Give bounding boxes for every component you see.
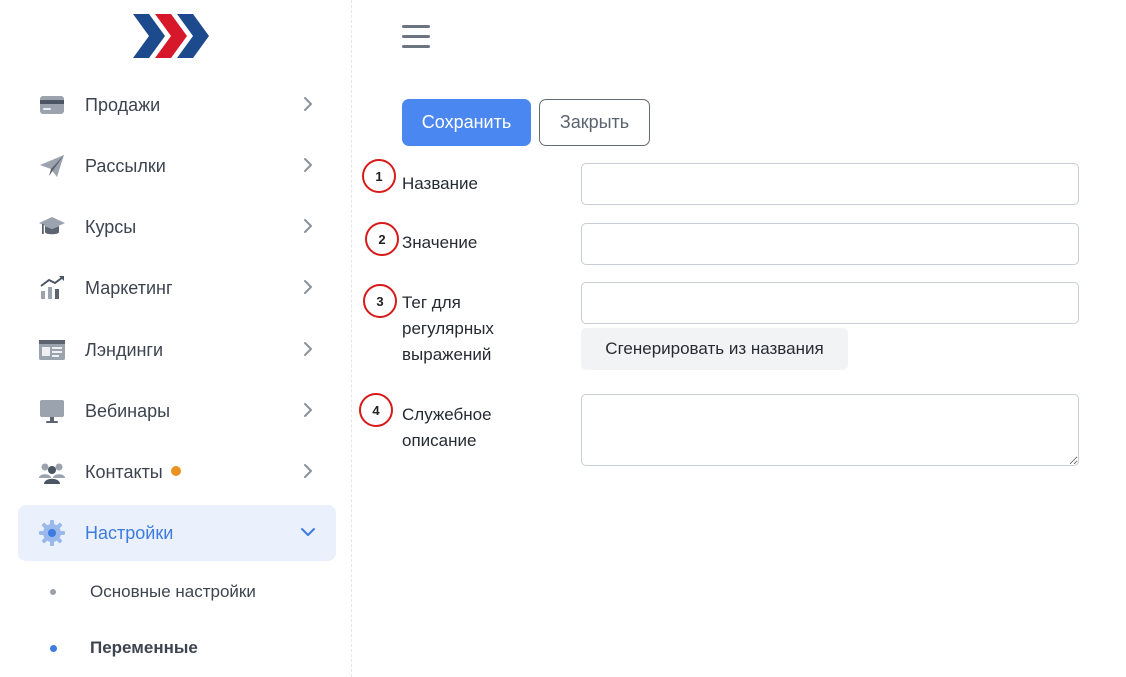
chevron-right-icon [304, 97, 312, 111]
annotation-marker-1: 1 [362, 159, 396, 193]
service-description-label-line: Служебное [402, 405, 492, 424]
chevron-right-icon [304, 403, 312, 417]
service-description-label: Служебное описание [402, 402, 492, 454]
value-label: Значение [402, 233, 478, 252]
landing-page-icon [39, 340, 65, 360]
regex-tag-label-line: выражений [402, 345, 492, 364]
annotation-marker-2: 2 [365, 222, 399, 256]
service-description-label-line: описание [402, 431, 477, 450]
app: Продажи Рассылки Курсы Маркетинг Лэндинг… [0, 0, 1126, 677]
annotation-marker-4: 4 [359, 393, 393, 427]
paper-plane-icon [40, 155, 64, 177]
chevron-right-icon [304, 158, 312, 172]
sidebar: Продажи Рассылки Курсы Маркетинг Лэндинг… [0, 0, 352, 677]
regex-tag-input[interactable] [581, 282, 1079, 324]
card-icon [40, 96, 64, 114]
sidebar-item-label: Настройки [85, 523, 174, 543]
chevron-down-icon [301, 528, 315, 536]
submenu-item-label: Переменные [90, 638, 198, 657]
bullet-icon [50, 589, 56, 595]
menu-toggle-icon[interactable] [402, 25, 430, 49]
sidebar-item-landings[interactable]: Лэндинги [18, 322, 336, 378]
sidebar-item-label: Вебинары [85, 401, 171, 421]
name-input[interactable] [581, 163, 1079, 205]
submenu-item-label: Основные настройки [90, 582, 256, 601]
regex-tag-label-line: Тег для [402, 293, 461, 312]
close-button[interactable]: Закрыть [539, 99, 650, 146]
chevron-right-icon [304, 464, 312, 478]
notification-dot [170, 466, 181, 476]
chart-icon [40, 276, 64, 299]
contacts-label: Контакты [85, 462, 163, 482]
sidebar-item-label: Лэндинги [85, 340, 164, 360]
monitor-icon [40, 400, 64, 423]
sidebar-item-courses[interactable]: Курсы [18, 199, 336, 255]
submenu-item-general-settings[interactable]: Основные настройки [18, 572, 336, 612]
sidebar-item-marketing[interactable]: Маркетинг [18, 260, 336, 316]
annotation-marker-3: 3 [363, 284, 397, 318]
regex-tag-label: Тег для регулярных выражений [402, 290, 494, 368]
chevron-right-icon [304, 280, 312, 294]
chevron-right-icon [304, 342, 312, 356]
sidebar-item-contacts[interactable]: Контакты [18, 444, 336, 500]
save-button[interactable]: Сохранить [402, 99, 531, 146]
gear-icon [39, 520, 65, 546]
regex-tag-label-line: регулярных [402, 319, 494, 338]
users-icon [39, 463, 65, 484]
sidebar-item-settings[interactable]: Настройки [18, 505, 336, 561]
sidebar-item-label: Рассылки [85, 156, 166, 176]
submenu-item-variables[interactable]: Переменные [18, 628, 336, 668]
sidebar-item-webinars[interactable]: Вебинары [18, 383, 336, 439]
value-input[interactable] [581, 223, 1079, 265]
graduation-cap-icon [39, 217, 65, 235]
sidebar-item-label: Маркетинг [85, 278, 173, 298]
service-description-textarea[interactable] [581, 394, 1079, 466]
bullet-icon [50, 645, 57, 652]
sidebar-item-mailings[interactable]: Рассылки [18, 138, 336, 194]
sidebar-item-label: Продажи [85, 95, 161, 115]
brand-logo[interactable] [133, 12, 211, 60]
sidebar-item-label: Курсы [85, 217, 137, 237]
generate-from-name-button[interactable]: Сгенерировать из названия [581, 328, 848, 370]
name-label: Название [402, 174, 478, 193]
sidebar-item-label: Контакты [85, 462, 181, 483]
chevron-right-icon [304, 219, 312, 233]
sidebar-item-sales[interactable]: Продажи [18, 77, 336, 133]
